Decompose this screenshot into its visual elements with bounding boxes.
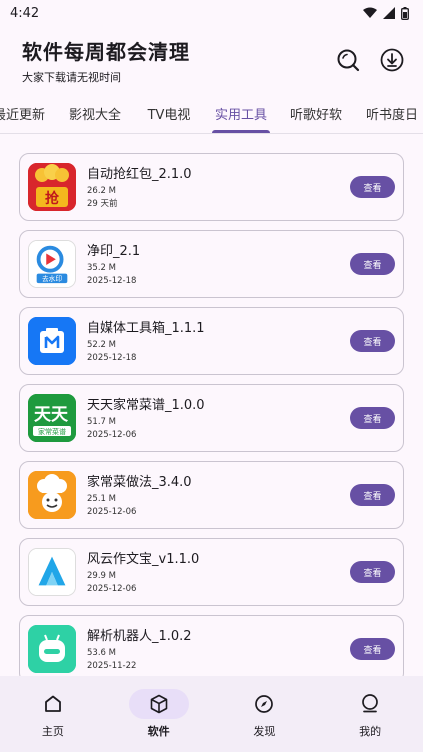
- package-icon: [150, 694, 167, 714]
- app-date: 29 天前: [87, 199, 118, 209]
- header-actions: [335, 47, 405, 73]
- list-item[interactable]: 去水印 净印_2.1 35.2 M 2025-12-18 查看: [19, 230, 404, 298]
- app-size: 26.2 M: [87, 186, 116, 196]
- page-title: 软件每周都会清理: [22, 39, 190, 64]
- view-button[interactable]: 查看: [350, 330, 395, 352]
- status-time: 4:42: [10, 5, 40, 21]
- red-packet-icon: 抢: [28, 163, 76, 211]
- app-info: 家常菜做法_3.4.0 25.1 M 2025-12-06: [87, 471, 350, 519]
- app-name: 净印_2.1: [87, 244, 141, 259]
- list-item[interactable]: 家常菜做法_3.4.0 25.1 M 2025-12-06 查看: [19, 461, 404, 529]
- nav-label: 我的: [359, 725, 382, 738]
- watermark-remover-icon: 去水印: [28, 240, 76, 288]
- recipe-icon: 天天 家常菜谱: [28, 394, 76, 442]
- icon-label: 去水印: [42, 274, 62, 283]
- nav-label: 主页: [41, 725, 64, 738]
- tab-audiobooks[interactable]: 听书度日: [354, 94, 423, 133]
- bottom-nav: 主页 软件 发现 我的: [0, 676, 423, 752]
- nav-item-discover[interactable]: 发现: [224, 689, 304, 739]
- app-name: 自动抢红包_2.1.0: [87, 167, 192, 182]
- download-button[interactable]: [379, 47, 405, 73]
- app-size: 51.7 M: [87, 417, 116, 427]
- nav-item-home[interactable]: 主页: [13, 689, 93, 739]
- view-button[interactable]: 查看: [350, 638, 395, 660]
- status-bar: 4:42: [0, 0, 423, 26]
- view-button[interactable]: 查看: [350, 253, 395, 275]
- view-button[interactable]: 查看: [350, 407, 395, 429]
- status-icons: [363, 6, 409, 20]
- list-item[interactable]: 风云作文宝_v1.1.0 29.9 M 2025-12-06 查看: [19, 538, 404, 606]
- robot-icon: [28, 625, 76, 673]
- app-size: 52.2 M: [87, 340, 116, 350]
- nav-label: 软件: [147, 725, 170, 738]
- list-item[interactable]: 自媒体工具箱_1.1.1 52.2 M 2025-12-18 查看: [19, 307, 404, 375]
- app-name: 家常菜做法_3.4.0: [87, 475, 192, 490]
- wifi-icon: [363, 7, 377, 18]
- nav-item-software[interactable]: 软件: [119, 689, 199, 739]
- app-info: 解析机器人_1.0.2 53.6 M 2025-11-22: [87, 625, 350, 673]
- app-info: 天天家常菜谱_1.0.0 51.7 M 2025-12-06: [87, 394, 350, 442]
- app-info: 净印_2.1 35.2 M 2025-12-18: [87, 240, 350, 288]
- nav-label: 发现: [253, 725, 276, 738]
- icon-label: 天天: [34, 405, 69, 425]
- app-name: 风云作文宝_v1.1.0: [87, 552, 200, 567]
- app-date: 2025-11-22: [87, 661, 137, 671]
- title-block: 软件每周都会清理 大家下载请无视时间: [22, 36, 190, 85]
- view-button[interactable]: 查看: [350, 176, 395, 198]
- tab-recent[interactable]: 最近更新: [0, 94, 56, 133]
- chef-icon: [28, 471, 76, 519]
- app-date: 2025-12-18: [87, 353, 137, 363]
- nav-item-profile[interactable]: 我的: [330, 689, 410, 739]
- list-item[interactable]: 抢 自动抢红包_2.1.0 26.2 M 29 天前 查看: [19, 153, 404, 221]
- app-list: 抢 自动抢红包_2.1.0 26.2 M 29 天前 查看 去水印 净印_2.1…: [0, 134, 423, 732]
- profile-icon: [362, 694, 378, 713]
- app-size: 53.6 M: [87, 648, 116, 658]
- svg-text:抢: 抢: [45, 190, 60, 207]
- app-date: 2025-12-06: [87, 584, 137, 594]
- download-icon: [380, 48, 404, 72]
- category-tabs: 最近更新 影视大全 TV电视 实用工具 听歌好软 听书度日: [0, 94, 423, 134]
- writing-app-icon: [28, 548, 76, 596]
- toolbox-icon: [28, 317, 76, 365]
- tab-music[interactable]: 听歌好软: [278, 94, 354, 133]
- icon-sublabel: 家常菜谱: [38, 427, 66, 436]
- compass-icon: [255, 695, 274, 713]
- tab-tools[interactable]: 实用工具: [204, 94, 278, 133]
- app-info: 风云作文宝_v1.1.0 29.9 M 2025-12-06: [87, 548, 350, 596]
- list-item[interactable]: 天天 家常菜谱 天天家常菜谱_1.0.0 51.7 M 2025-12-06 查…: [19, 384, 404, 452]
- nav-icon-wrap: [234, 689, 294, 719]
- nav-icon-wrap: [23, 689, 83, 719]
- app-name: 自媒体工具箱_1.1.1: [87, 321, 205, 336]
- nav-icon-wrap: [128, 689, 189, 719]
- app-date: 2025-12-18: [87, 276, 137, 286]
- list-item[interactable]: 解析机器人_1.0.2 53.6 M 2025-11-22 查看: [19, 615, 404, 683]
- tab-tv[interactable]: TV电视: [134, 94, 204, 133]
- view-button[interactable]: 查看: [350, 484, 395, 506]
- app-size: 25.1 M: [87, 494, 116, 504]
- app-name: 解析机器人_1.0.2: [87, 629, 192, 644]
- search-button[interactable]: [335, 47, 361, 73]
- app-date: 2025-12-06: [87, 430, 137, 440]
- tab-movies[interactable]: 影视大全: [56, 94, 134, 133]
- app-info: 自媒体工具箱_1.1.1 52.2 M 2025-12-18: [87, 317, 350, 365]
- nav-icon-wrap: [340, 689, 400, 719]
- home-icon: [44, 695, 61, 712]
- app-size: 35.2 M: [87, 263, 116, 273]
- app-date: 2025-12-06: [87, 507, 137, 517]
- signal-icon: [383, 7, 395, 19]
- search-icon: [337, 49, 360, 72]
- view-button[interactable]: 查看: [350, 561, 395, 583]
- app-info: 自动抢红包_2.1.0 26.2 M 29 天前: [87, 163, 350, 211]
- app-name: 天天家常菜谱_1.0.0: [87, 398, 205, 413]
- battery-icon: [401, 6, 409, 20]
- page-subtitle: 大家下载请无视时间: [22, 70, 121, 84]
- app-size: 29.9 M: [87, 571, 116, 581]
- app-header: 软件每周都会清理 大家下载请无视时间: [0, 26, 423, 94]
